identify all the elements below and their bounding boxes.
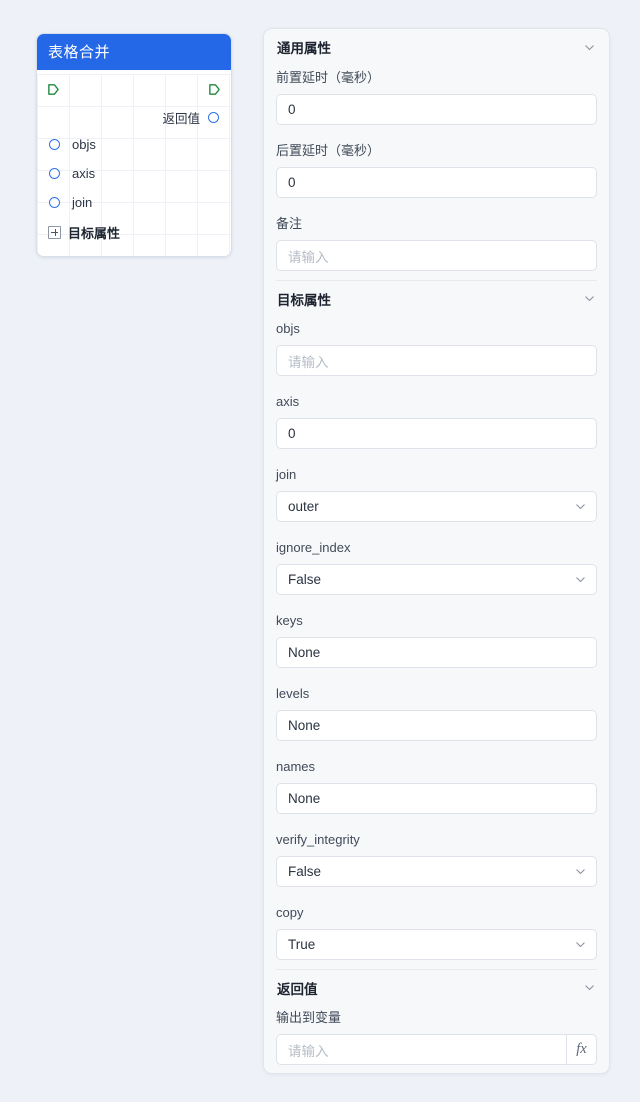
- node-title: 表格合并: [48, 43, 111, 61]
- field-label-names: names: [276, 759, 316, 774]
- field-label-objs: objs: [276, 321, 300, 336]
- field-label-post-delay: 后置延时（毫秒）: [276, 143, 381, 158]
- node-expand-target-properties[interactable]: 目标属性: [37, 217, 231, 247]
- field-pre-delay: 前置延时（毫秒） 0: [276, 65, 597, 125]
- node-return-row: 返回值: [37, 104, 231, 130]
- input-levels[interactable]: None: [276, 710, 597, 741]
- node-input-label-objs: objs: [72, 137, 96, 152]
- section-header-return[interactable]: 返回值: [276, 969, 597, 1005]
- field-label-output-variable: 输出到变量: [276, 1010, 342, 1025]
- field-label-levels: levels: [276, 686, 310, 701]
- field-verify-integrity: verify_integrity False: [276, 827, 597, 887]
- field-label-verify-integrity: verify_integrity: [276, 832, 360, 847]
- node-card-header[interactable]: 表格合并: [37, 34, 231, 70]
- field-label-remark: 备注: [276, 216, 303, 231]
- properties-panel: 通用属性 前置延时（毫秒） 0 后置延时（毫秒） 0 备注 请输入 目标属性 o…: [263, 28, 610, 1074]
- field-label-copy: copy: [276, 905, 304, 920]
- chevron-down-icon[interactable]: [583, 981, 596, 994]
- input-remark[interactable]: 请输入: [276, 240, 597, 271]
- chevron-down-icon[interactable]: [583, 292, 596, 305]
- select-copy-value: True: [288, 937, 316, 952]
- input-port-icon-axis[interactable]: [49, 168, 60, 179]
- fx-button[interactable]: fx: [566, 1034, 597, 1065]
- select-verify-integrity[interactable]: False: [276, 856, 597, 887]
- field-objs: objs 请输入: [276, 316, 597, 376]
- field-label-keys: keys: [276, 613, 303, 628]
- section-title-general: 通用属性: [277, 41, 331, 56]
- section-header-target[interactable]: 目标属性: [276, 280, 597, 316]
- plus-icon[interactable]: [48, 225, 61, 239]
- flow-out-port-icon[interactable]: [208, 83, 221, 96]
- field-label-ignore-index: ignore_index: [276, 540, 351, 555]
- chevron-down-icon[interactable]: [574, 865, 587, 878]
- node-expand-label: 目标属性: [68, 225, 121, 241]
- node-return-label: 返回值: [162, 111, 200, 126]
- select-copy[interactable]: True: [276, 929, 597, 960]
- field-post-delay: 后置延时（毫秒） 0: [276, 138, 597, 198]
- field-join: join outer: [276, 462, 597, 522]
- select-ignore-index-value: False: [288, 572, 322, 587]
- input-output-variable[interactable]: 请输入: [276, 1034, 566, 1065]
- input-pre-delay[interactable]: 0: [276, 94, 597, 125]
- node-input-label-join: join: [72, 195, 93, 210]
- field-label-axis: axis: [276, 394, 300, 409]
- input-port-icon-objs[interactable]: [49, 139, 60, 150]
- input-objs[interactable]: 请输入: [276, 345, 597, 376]
- input-names[interactable]: None: [276, 783, 597, 814]
- input-keys[interactable]: None: [276, 637, 597, 668]
- select-join[interactable]: outer: [276, 491, 597, 522]
- section-header-general[interactable]: 通用属性: [276, 29, 597, 65]
- field-remark: 备注 请输入: [276, 211, 597, 271]
- input-post-delay[interactable]: 0: [276, 167, 597, 198]
- chevron-down-icon[interactable]: [583, 41, 596, 54]
- field-axis: axis 0: [276, 389, 597, 449]
- field-keys: keys None: [276, 608, 597, 668]
- node-input-row-axis: axis: [37, 159, 231, 188]
- select-join-value: outer: [288, 499, 319, 514]
- input-axis[interactable]: 0: [276, 418, 597, 449]
- node-input-row-join: join: [37, 188, 231, 217]
- return-value-port-icon[interactable]: [208, 111, 219, 123]
- field-output-variable: 输出到变量 请输入 fx: [276, 1005, 597, 1065]
- node-input-label-axis: axis: [72, 166, 96, 181]
- field-names: names None: [276, 754, 597, 814]
- node-card-body: 返回值 objs axis join 目标属性: [37, 74, 231, 256]
- field-copy: copy True: [276, 900, 597, 960]
- node-card[interactable]: 表格合并 返回值 objs axis join 目标属性: [36, 33, 232, 257]
- section-title-return: 返回值: [277, 981, 318, 997]
- node-input-row-objs: objs: [37, 130, 231, 159]
- field-ignore-index: ignore_index False: [276, 535, 597, 595]
- field-label-join: join: [276, 467, 297, 482]
- chevron-down-icon[interactable]: [574, 500, 587, 513]
- input-port-icon-join[interactable]: [49, 197, 60, 208]
- section-title-target: 目标属性: [277, 292, 331, 308]
- output-variable-group: 请输入 fx: [276, 1034, 597, 1065]
- field-levels: levels None: [276, 681, 597, 741]
- select-verify-integrity-value: False: [288, 864, 322, 879]
- flow-in-port-icon[interactable]: [47, 83, 60, 96]
- field-label-pre-delay: 前置延时（毫秒）: [276, 70, 381, 85]
- select-ignore-index[interactable]: False: [276, 564, 597, 595]
- chevron-down-icon[interactable]: [574, 938, 587, 951]
- chevron-down-icon[interactable]: [574, 573, 587, 586]
- node-flow-port-row: [37, 74, 231, 104]
